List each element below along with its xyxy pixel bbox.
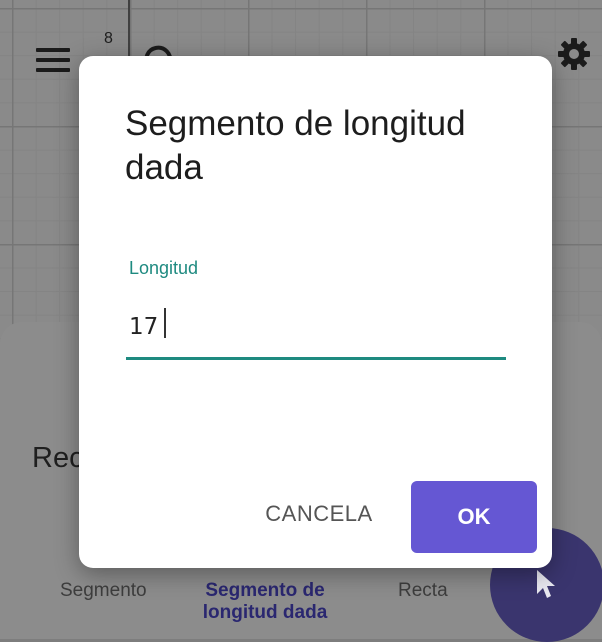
ok-button[interactable]: OK xyxy=(411,481,537,553)
tool-segmento-longitud-dada[interactable]: Segmento de longitud dada xyxy=(190,580,340,624)
text-caret xyxy=(164,308,166,338)
length-field-label: Longitud xyxy=(129,258,199,278)
input-underline xyxy=(126,357,506,360)
length-input[interactable] xyxy=(126,304,509,350)
tool-recta[interactable]: Recta xyxy=(398,580,448,602)
cursor-arrow-icon xyxy=(537,570,555,598)
cancel-button[interactable]: CANCELA xyxy=(249,486,389,542)
dialog-title: Segmento de longitud dada xyxy=(125,104,466,187)
segment-length-dialog: Segmento de longitud dada Longitud CANCE… xyxy=(79,56,552,568)
hamburger-menu-icon[interactable] xyxy=(36,48,70,72)
sheet-title: Rec xyxy=(32,442,84,474)
gear-icon[interactable] xyxy=(554,34,594,74)
axis-tick-label: 8 xyxy=(104,30,113,47)
tool-segmento[interactable]: Segmento xyxy=(60,580,147,602)
